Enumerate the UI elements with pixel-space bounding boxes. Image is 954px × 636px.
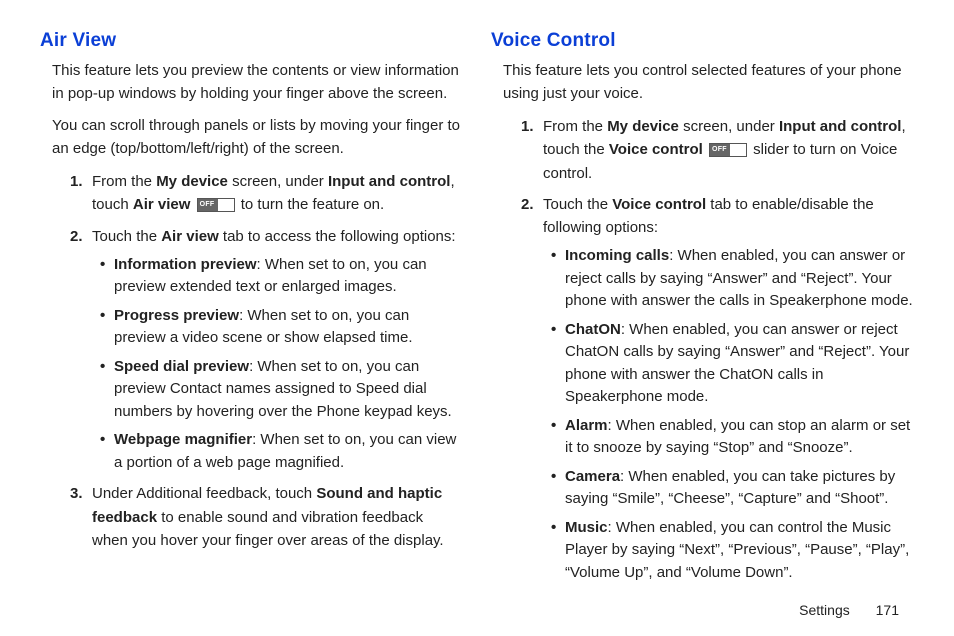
bold-voice-control: Voice control	[609, 141, 703, 158]
text: tab to access the following options:	[219, 228, 456, 245]
bullet-name: Speed dial preview	[114, 358, 249, 375]
air-view-intro-1: This feature lets you preview the conten…	[52, 60, 463, 105]
footer-page-number: 171	[876, 602, 899, 618]
text: From the	[543, 118, 607, 135]
bullet-info-preview: Information preview: When set to on, you…	[100, 254, 463, 299]
bullet-name: Music	[565, 519, 608, 536]
bullet-chaton: ChatON: When enabled, you can answer or …	[551, 319, 914, 409]
bullet-music: Music: When enabled, you can control the…	[551, 517, 914, 585]
air-view-step-3: Under Additional feedback, touch Sound a…	[70, 482, 463, 552]
bullet-desc: : When enabled, you can stop an alarm or…	[565, 417, 910, 457]
text: From the	[92, 173, 156, 190]
bullet-name: Progress preview	[114, 307, 239, 324]
right-column: Voice Control This feature lets you cont…	[491, 30, 914, 592]
bullet-name: Alarm	[565, 417, 608, 434]
bold-input-control: Input and control	[328, 173, 450, 190]
bullet-speed-dial: Speed dial preview: When set to on, you …	[100, 356, 463, 424]
voice-control-heading: Voice Control	[491, 30, 914, 52]
bullet-name: ChatON	[565, 321, 621, 338]
bold-air-view: Air view	[133, 196, 191, 213]
off-switch-icon	[197, 198, 235, 212]
bold-my-device: My device	[156, 173, 228, 190]
bold-input-control: Input and control	[779, 118, 901, 135]
bullet-desc: : When enabled, you can control the Musi…	[565, 519, 909, 581]
bullet-name: Information preview	[114, 256, 257, 273]
bullet-name: Camera	[565, 468, 620, 485]
voice-control-intro: This feature lets you control selected f…	[503, 60, 914, 105]
bold-air-view-tab: Air view	[161, 228, 219, 245]
off-switch-icon	[709, 143, 747, 157]
left-column: Air View This feature lets you preview t…	[40, 30, 463, 592]
bold-voice-control-tab: Voice control	[612, 196, 706, 213]
page-footer: Settings 171	[799, 602, 899, 618]
bold-my-device: My device	[607, 118, 679, 135]
text: screen, under	[228, 173, 328, 190]
air-view-step-1: From the My device screen, under Input a…	[70, 170, 463, 217]
text: to turn the feature on.	[237, 196, 385, 213]
bullet-incoming-calls: Incoming calls: When enabled, you can an…	[551, 245, 914, 313]
bullet-alarm: Alarm: When enabled, you can stop an ala…	[551, 415, 914, 460]
text: Touch the	[92, 228, 161, 245]
bullet-name: Webpage magnifier	[114, 431, 252, 448]
bullet-name: Incoming calls	[565, 247, 669, 264]
bullet-progress-preview: Progress preview: When set to on, you ca…	[100, 305, 463, 350]
air-view-heading: Air View	[40, 30, 463, 52]
voice-step-1: From the My device screen, under Input a…	[521, 115, 914, 185]
text: screen, under	[679, 118, 779, 135]
bullet-webpage-magnifier: Webpage magnifier: When set to on, you c…	[100, 429, 463, 474]
text: Touch the	[543, 196, 612, 213]
bullet-camera: Camera: When enabled, you can take pictu…	[551, 466, 914, 511]
voice-step-2: Touch the Voice control tab to enable/di…	[521, 193, 914, 585]
footer-section: Settings	[799, 602, 850, 618]
air-view-step-2: Touch the Air view tab to access the fol…	[70, 225, 463, 475]
air-view-intro-2: You can scroll through panels or lists b…	[52, 115, 463, 160]
text: Under Additional feedback, touch	[92, 485, 316, 502]
